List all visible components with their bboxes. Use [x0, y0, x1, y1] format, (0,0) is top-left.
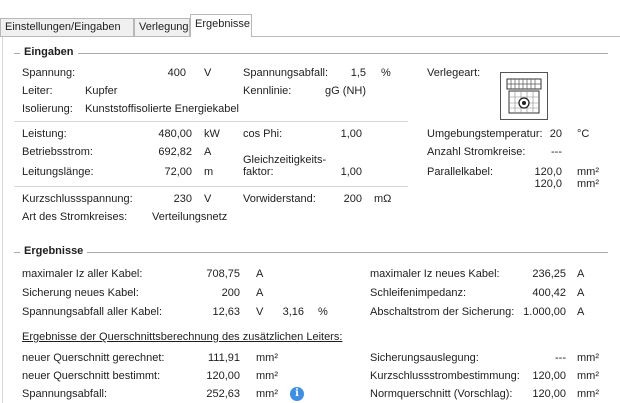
- leiter-label: Leiter:: [22, 85, 53, 97]
- stromkreis-art-value: Verteilungsnetz: [152, 211, 228, 223]
- vorwiderstand-value: 200: [343, 193, 362, 205]
- ergebnisse-title: Ergebnisse: [20, 245, 88, 258]
- spannungsabfall-neu-value: 252,63: [206, 388, 240, 400]
- schleifenimpedanz-unit: A: [577, 287, 585, 299]
- spannungsabfall-value: 1,5: [350, 67, 366, 79]
- eingaben-title: Eingaben: [20, 46, 78, 59]
- anzahl-stromkreise-value: ---: [551, 146, 562, 158]
- leiter-value: Kupfer: [85, 85, 118, 97]
- betriebsstrom-unit: A: [204, 146, 212, 158]
- tab-bar: Einstellungen/Eingaben Verlegung Ergebni…: [0, 0, 620, 37]
- sicherung-value: 200: [221, 287, 240, 299]
- gleichzeitigkeit-label-2: faktor:: [243, 166, 274, 178]
- eingaben-divider: [14, 53, 608, 54]
- neuer-querschnitt-gerechnet-value: 111,91: [207, 352, 240, 364]
- isolierung-label: Isolierung:: [22, 103, 73, 115]
- cosphi-value: 1,00: [340, 128, 362, 140]
- betriebsstrom-value: 692,82: [158, 146, 192, 158]
- isolierung-value: Kunststoffisolierte Energiekabel: [85, 103, 239, 115]
- stromkreis-art-label: Art des Stromkreises:: [22, 211, 128, 223]
- normquerschnitt-label: Normquerschnitt (Vorschlag):: [370, 388, 513, 400]
- tab-ergebnisse[interactable]: Ergebnisse: [190, 14, 252, 37]
- max-iz-neu-value: 236,25: [532, 268, 566, 280]
- spannung-value: 400: [167, 67, 186, 79]
- info-icon[interactable]: i: [290, 387, 304, 401]
- sicherung-label: Sicherung neues Kabel:: [22, 287, 139, 299]
- umgebung-value: 20: [549, 128, 562, 140]
- spannung-unit: V: [204, 67, 212, 79]
- max-iz-value: 708,75: [206, 268, 240, 280]
- spannung-label: Spannung:: [22, 67, 76, 79]
- zusatzleiter-heading: Ergebnisse der Querschnittsberechnung de…: [22, 331, 343, 343]
- neuer-querschnitt-bestimmt-label: neuer Querschnitt bestimmt:: [22, 370, 161, 382]
- spannungsabfall-neu-unit: mm²: [256, 388, 278, 400]
- cable-laying-icon: [500, 72, 548, 120]
- parallelkabel-unit-2: mm²: [577, 178, 599, 190]
- kurzschlussstrombestimmung-value: 120,00: [532, 370, 566, 382]
- eingaben-separator-1: [14, 121, 408, 122]
- tab-einstellungen[interactable]: Einstellungen/Eingaben: [0, 18, 134, 36]
- leitungslaenge-label: Leitungslänge:: [22, 166, 94, 178]
- max-iz-neu-label: maximaler Iz neues Kabel:: [370, 268, 500, 280]
- neuer-querschnitt-bestimmt-unit: mm²: [256, 370, 278, 382]
- max-iz-neu-unit: A: [577, 268, 585, 280]
- abschaltstrom-value: 1.000,00: [523, 306, 566, 318]
- anzahl-stromkreise-label: Anzahl Stromkreise:: [427, 146, 526, 158]
- normquerschnitt-value: 120,00: [532, 388, 566, 400]
- spannungsabfall-alle-label: Spannungsabfall aller Kabel:: [22, 306, 163, 318]
- umgebung-label: Umgebungstemperatur:: [427, 128, 543, 140]
- kurzschlussstrombestimmung-label: Kurzschlussstrombestimmung:: [370, 370, 520, 382]
- abschaltstrom-label: Abschaltstrom der Sicherung:: [370, 306, 515, 318]
- sicherung-unit: A: [256, 287, 264, 299]
- leitungslaenge-unit: m: [204, 166, 214, 178]
- umgebung-unit: °C: [577, 128, 590, 140]
- eingaben-separator-2: [14, 186, 408, 187]
- leistung-value: 480,00: [158, 128, 192, 140]
- max-iz-unit: A: [256, 268, 264, 280]
- neuer-querschnitt-gerechnet-unit: mm²: [256, 352, 278, 364]
- kennlinie-label: Kennlinie:: [243, 85, 292, 97]
- spannungsabfall-alle-unit: V: [256, 306, 264, 318]
- neuer-querschnitt-bestimmt-value: 120,00: [206, 370, 240, 382]
- schleifenimpedanz-label: Schleifenimpedanz:: [370, 287, 467, 299]
- spannungsabfall-alle-value: 12,63: [212, 306, 240, 318]
- sicherungsauslegung-value: ---: [555, 352, 566, 364]
- vorwiderstand-unit: mΩ: [374, 193, 392, 205]
- kurzschlussspannung-label: Kurzschlussspannung:: [22, 193, 133, 205]
- ergebnisse-divider: [14, 252, 608, 253]
- spannungsabfall-alle-percent: 3,16: [282, 306, 304, 318]
- kurzschlussspannung-unit: V: [204, 193, 212, 205]
- cosphi-label: cos Phi:: [243, 128, 283, 140]
- leistung-unit: kW: [204, 128, 220, 140]
- sicherungsauslegung-unit: mm²: [577, 352, 599, 364]
- leistung-label: Leistung:: [22, 128, 67, 140]
- parallelkabel-label: Parallelkabel:: [427, 166, 494, 178]
- vorwiderstand-label: Vorwiderstand:: [243, 193, 316, 205]
- spannungsabfall-neu-label: Spannungsabfall:: [22, 388, 108, 400]
- parallelkabel-value-2: 120,0: [534, 178, 562, 190]
- kurzschlussstrombestimmung-unit: mm²: [577, 370, 599, 382]
- neuer-querschnitt-gerechnet-label: neuer Querschnitt gerechnet:: [22, 352, 165, 364]
- spannungsabfall-label: Spannungsabfall:: [243, 67, 329, 79]
- sicherungsauslegung-label: Sicherungsauslegung:: [370, 352, 479, 364]
- tab-verlegung[interactable]: Verlegung: [134, 18, 190, 36]
- spannungsabfall-unit: %: [381, 67, 391, 79]
- max-iz-label: maximaler Iz aller Kabel:: [22, 268, 143, 280]
- betriebsstrom-label: Betriebsstrom:: [22, 146, 93, 158]
- schleifenimpedanz-value: 400,42: [532, 287, 566, 299]
- normquerschnitt-unit: mm²: [577, 388, 599, 400]
- leitungslaenge-value: 72,00: [164, 166, 192, 178]
- verlegeart-label: Verlegeart:: [427, 67, 481, 79]
- abschaltstrom-unit: A: [577, 306, 585, 318]
- kurzschlussspannung-value: 230: [173, 193, 192, 205]
- gleichzeitigkeit-value: 1,00: [340, 166, 362, 178]
- kennlinie-value: gG (NH): [325, 85, 366, 97]
- spannungsabfall-alle-percent-unit: %: [318, 306, 328, 318]
